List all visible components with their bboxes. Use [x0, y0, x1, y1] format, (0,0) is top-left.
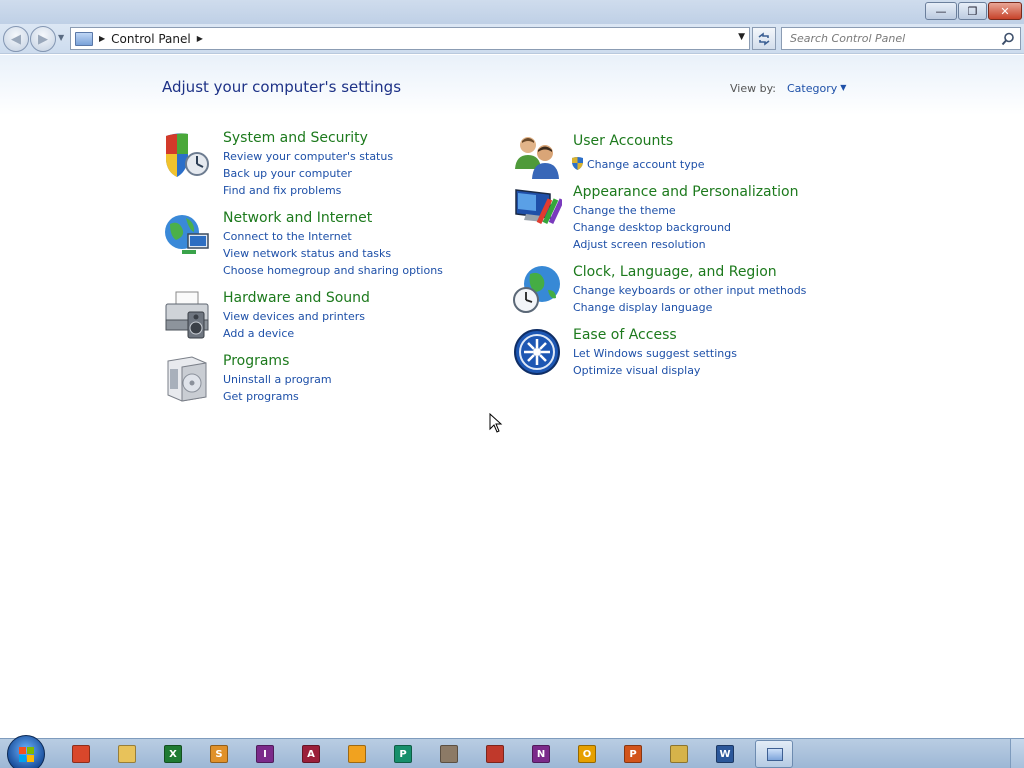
window-title-bar: — ❐ ✕ [0, 0, 1024, 24]
windows-logo-icon [19, 747, 34, 762]
search-box[interactable] [781, 27, 1021, 50]
dropdown-caret-icon: ▼ [840, 83, 847, 92]
close-button[interactable]: ✕ [988, 2, 1022, 20]
start-button[interactable] [7, 735, 45, 768]
taskbar-app-infopath-icon[interactable]: I [256, 745, 274, 763]
category-heading-programs[interactable]: Programs [223, 353, 289, 369]
printer-speaker-icon[interactable] [162, 290, 212, 340]
category-heading-appearance[interactable]: Appearance and Personalization [573, 184, 798, 200]
maximize-button[interactable]: ❐ [958, 2, 987, 20]
taskbar-app-outlook-icon[interactable]: O [578, 745, 596, 763]
taskbar-app-firefox-icon[interactable] [72, 745, 90, 763]
link-uninstall-program[interactable]: Uninstall a program [223, 373, 332, 386]
link-homegroup-sharing[interactable]: Choose homegroup and sharing options [223, 264, 443, 277]
breadcrumb-separator[interactable]: ▶ [99, 34, 105, 43]
content-header-gradient [0, 55, 1024, 115]
view-by-dropdown[interactable]: Category ▼ [787, 82, 846, 95]
category-heading-user-accounts[interactable]: User Accounts [573, 133, 673, 149]
link-change-account-type-label[interactable]: Change account type [587, 158, 705, 171]
taskbar-control-panel-button[interactable] [755, 740, 793, 768]
show-desktop-button[interactable] [1010, 739, 1024, 768]
link-view-network-status[interactable]: View network status and tasks [223, 247, 391, 260]
link-desktop-background[interactable]: Change desktop background [573, 221, 731, 234]
link-change-keyboards[interactable]: Change keyboards or other input methods [573, 284, 806, 297]
view-by-value[interactable]: Category [787, 82, 837, 95]
link-change-account-type[interactable]: Change account type [571, 156, 705, 171]
link-connect-internet[interactable]: Connect to the Internet [223, 230, 352, 243]
recent-pages-dropdown[interactable]: ▼ [58, 33, 64, 42]
page-title: Adjust your computer's settings [162, 78, 402, 96]
category-heading-network-internet[interactable]: Network and Internet [223, 210, 372, 226]
back-button[interactable]: ◀ [3, 26, 29, 52]
security-shield-icon[interactable] [162, 130, 212, 180]
breadcrumb-control-panel[interactable]: Control Panel [111, 32, 191, 46]
taskbar-app-publisher-icon[interactable]: P [394, 745, 412, 763]
view-by-label: View by: [730, 82, 776, 95]
taskbar-app-onenote-icon[interactable]: N [532, 745, 550, 763]
taskbar-app-excel-icon[interactable]: X [164, 745, 182, 763]
taskbar-app-explorer-icon[interactable] [118, 745, 136, 763]
category-heading-system-security[interactable]: System and Security [223, 130, 368, 146]
refresh-icon [758, 31, 770, 46]
address-dropdown-icon[interactable]: ▼ [738, 32, 745, 42]
taskbar-app-app-orange-icon[interactable] [348, 745, 366, 763]
category-heading-hardware-sound[interactable]: Hardware and Sound [223, 290, 370, 306]
link-optimize-visual-display[interactable]: Optimize visual display [573, 364, 700, 377]
taskbar-app-access-icon[interactable]: A [302, 745, 320, 763]
control-panel-taskbar-icon [767, 748, 783, 761]
taskbar-app-sharepoint-icon[interactable]: S [210, 745, 228, 763]
control-panel-icon [75, 31, 93, 46]
clock-globe-icon[interactable] [512, 264, 562, 314]
address-bar[interactable]: ▶ Control Panel ▶ ▼ [70, 27, 750, 50]
link-find-fix-problems[interactable]: Find and fix problems [223, 184, 341, 197]
link-screen-resolution[interactable]: Adjust screen resolution [573, 238, 706, 251]
link-get-programs[interactable]: Get programs [223, 390, 299, 403]
appearance-monitor-icon[interactable] [512, 184, 562, 234]
taskbar-app-word-icon[interactable]: W [716, 745, 734, 763]
link-review-status[interactable]: Review your computer's status [223, 150, 393, 163]
programs-box-icon[interactable] [162, 353, 212, 403]
category-heading-clock-language-region[interactable]: Clock, Language, and Region [573, 264, 777, 280]
mouse-cursor-icon [489, 413, 503, 433]
link-add-device[interactable]: Add a device [223, 327, 294, 340]
users-icon[interactable] [512, 133, 562, 183]
category-heading-ease-of-access[interactable]: Ease of Access [573, 327, 677, 343]
taskbar-app-app-chart-icon[interactable] [486, 745, 504, 763]
search-input[interactable] [782, 28, 997, 49]
taskbar-app-app-portrait-icon[interactable] [440, 745, 458, 763]
ease-of-access-icon[interactable] [512, 327, 562, 377]
link-back-up-computer[interactable]: Back up your computer [223, 167, 352, 180]
navigation-bar: ◀ ▶ ▼ ▶ Control Panel ▶ ▼ [0, 24, 1024, 54]
link-windows-suggest-settings[interactable]: Let Windows suggest settings [573, 347, 737, 360]
link-display-language[interactable]: Change display language [573, 301, 712, 314]
uac-shield-icon [572, 157, 583, 170]
forward-button[interactable]: ▶ [30, 26, 56, 52]
taskbar-app-app-tools-icon[interactable] [670, 745, 688, 763]
search-icon[interactable] [1000, 31, 1016, 47]
network-globe-icon[interactable] [162, 210, 212, 260]
link-devices-printers[interactable]: View devices and printers [223, 310, 365, 323]
taskbar-app-powerpoint-icon[interactable]: P [624, 745, 642, 763]
taskbar: XSIAPNOPW [0, 735, 1024, 768]
refresh-button[interactable] [752, 27, 776, 50]
minimize-button[interactable]: — [925, 2, 957, 20]
breadcrumb-separator-2[interactable]: ▶ [197, 34, 203, 43]
link-change-theme[interactable]: Change the theme [573, 204, 676, 217]
